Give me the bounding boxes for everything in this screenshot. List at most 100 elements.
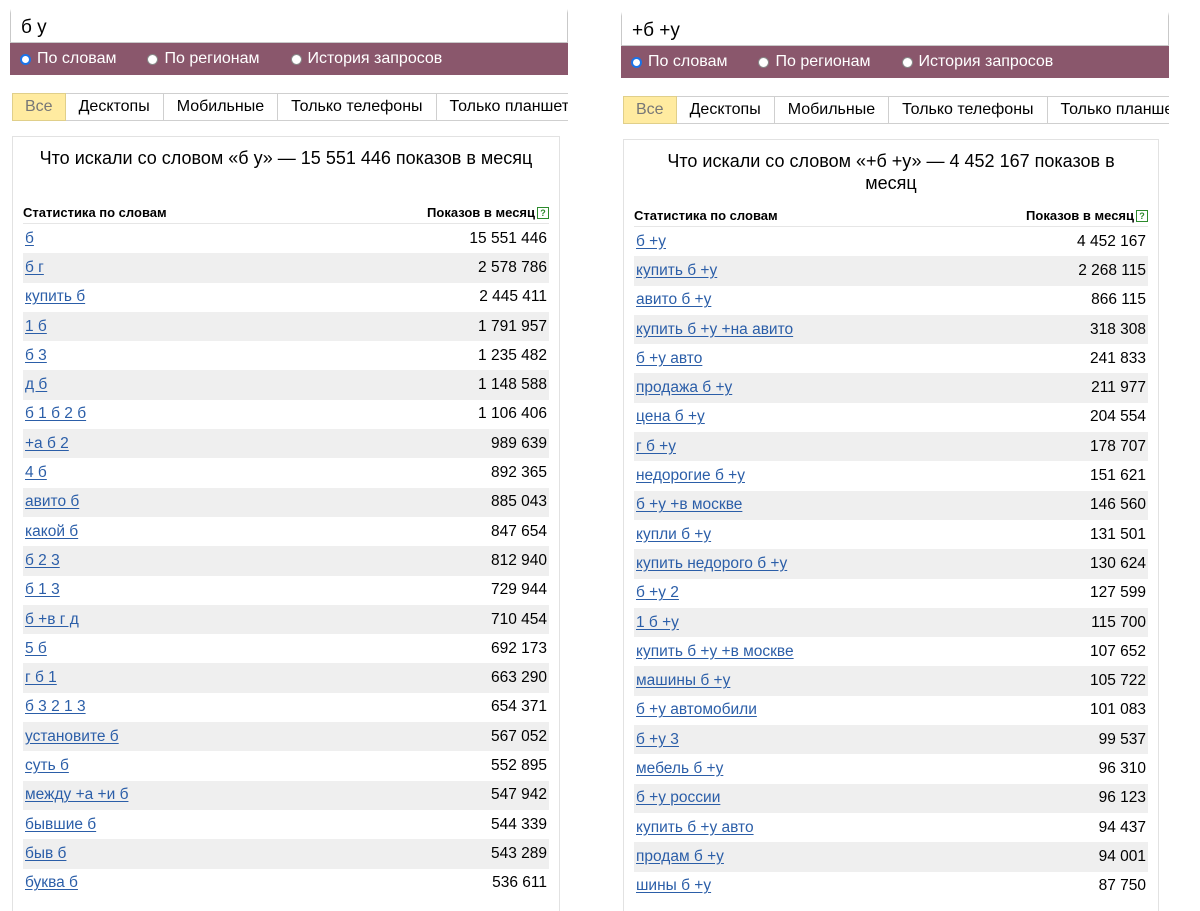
impressions-count: 178 707 — [1089, 437, 1146, 455]
search-input[interactable]: +б +у — [621, 12, 1169, 46]
keyword-link[interactable]: б г — [25, 259, 44, 277]
impressions-count: 87 750 — [1098, 877, 1146, 895]
impressions-count: 131 501 — [1089, 525, 1146, 543]
keyword-link[interactable]: буква б — [25, 874, 78, 892]
keyword-link[interactable]: купить б +у +в москве — [636, 643, 794, 661]
tab-all[interactable]: Все — [623, 96, 677, 124]
table-row: б 15 551 446 — [23, 224, 549, 253]
keyword-link[interactable]: купить б +у авто — [636, 819, 754, 837]
keyword-link[interactable]: машины б +у — [636, 672, 730, 690]
radio-by-words[interactable]: По словам — [631, 52, 727, 72]
keyword-link[interactable]: между +а +и б — [25, 786, 128, 804]
keyword-link[interactable]: б +у россии — [636, 789, 720, 807]
tab-tablets-only[interactable]: Только планшеты — [436, 93, 568, 121]
impressions-count: 130 624 — [1089, 554, 1146, 572]
keyword-link[interactable]: б +у +в москве — [636, 496, 742, 514]
keyword-link[interactable]: купли б +у — [636, 526, 711, 544]
keyword-link[interactable]: б +в г д — [25, 611, 79, 629]
table-row: суть б 552 895 — [23, 751, 549, 780]
keyword-link[interactable]: 1 б +у — [636, 614, 679, 632]
impressions-count: 536 611 — [492, 874, 547, 892]
stats-box: Что искали со словом «+б +у» — 4 452 167… — [623, 139, 1159, 911]
keyword-link[interactable]: мебель б +у — [636, 760, 723, 778]
keyword-table: б 15 551 446 б г 2 578 786 купить б 2 445 411… — [23, 224, 549, 898]
keyword-link[interactable]: купить б — [25, 288, 85, 306]
tab-tablets-only[interactable]: Только планшеты — [1047, 96, 1169, 124]
table-row: установите б 567 052 — [23, 722, 549, 752]
table-row: мебель б +у 96 310 — [634, 754, 1148, 783]
table-row: продам б +у 94 001 — [634, 842, 1148, 872]
keyword-link[interactable]: купить б +у — [636, 262, 717, 280]
radio-by-words[interactable]: По словам — [20, 49, 116, 69]
keyword-link[interactable]: суть б — [25, 757, 69, 775]
device-tabs: Все Десктопы Мобильные Только телефоны Т… — [12, 93, 568, 121]
keyword-link[interactable]: б 1 3 — [25, 581, 60, 599]
table-row: б +у 4 452 167 — [634, 227, 1148, 256]
table-row: купить б +у 2 268 115 — [634, 256, 1148, 286]
keyword-link[interactable]: установите б — [25, 728, 119, 746]
keyword-link[interactable]: авито б +у — [636, 291, 711, 309]
column-header-impressions: Показов в месяц? — [427, 205, 549, 220]
impressions-count: 211 977 — [1091, 379, 1146, 397]
device-tabs: Все Десктопы Мобильные Только телефоны Т… — [623, 96, 1169, 124]
impressions-count: 96 123 — [1098, 789, 1146, 807]
keyword-link[interactable]: б +у 2 — [636, 584, 679, 602]
radio-by-regions[interactable]: По регионам — [758, 52, 871, 72]
keyword-link[interactable]: авито б — [25, 493, 79, 511]
tab-all[interactable]: Все — [12, 93, 66, 121]
table-header: Статистика по словам Показов в месяц? — [634, 204, 1148, 227]
table-row: между +а +и б 547 942 — [23, 780, 549, 810]
keyword-link[interactable]: б +у 3 — [636, 731, 679, 749]
impressions-count: 241 833 — [1089, 349, 1146, 367]
search-input[interactable]: б у — [10, 9, 568, 43]
table-row: шины б +у 87 750 — [634, 872, 1148, 901]
table-row: авито б 885 043 — [23, 487, 549, 517]
keyword-link[interactable]: б — [25, 230, 34, 248]
keyword-link[interactable]: д б — [25, 376, 47, 394]
tab-phones-only[interactable]: Только телефоны — [889, 96, 1048, 124]
help-icon[interactable]: ? — [1136, 209, 1148, 222]
keyword-link[interactable]: г б 1 — [25, 669, 57, 687]
keyword-link[interactable]: цена б +у — [636, 408, 705, 426]
keyword-link[interactable]: продажа б +у — [636, 379, 732, 397]
tab-desktops[interactable]: Десктопы — [65, 93, 164, 121]
impressions-count: 94 437 — [1098, 818, 1146, 836]
impressions-count: 547 942 — [490, 786, 547, 804]
impressions-count: 1 106 406 — [478, 405, 547, 423]
keyword-link[interactable]: 1 б — [25, 318, 47, 336]
keyword-link[interactable]: 4 б — [25, 464, 47, 482]
radio-label: История запросов — [918, 53, 1054, 70]
radio-query-history[interactable]: История запросов — [290, 49, 442, 69]
keyword-link[interactable]: б 3 — [25, 347, 47, 365]
radio-unselected-icon — [901, 56, 913, 68]
keyword-link[interactable]: б 1 б 2 б — [25, 405, 86, 423]
keyword-link[interactable]: продам б +у — [636, 848, 724, 866]
help-icon[interactable]: ? — [537, 206, 549, 219]
tab-desktops[interactable]: Десктопы — [676, 96, 775, 124]
radio-by-regions[interactable]: По регионам — [147, 49, 260, 69]
stats-box: Что искали со словом «б у» — 15 551 446 … — [12, 136, 560, 911]
impressions-count: 2 268 115 — [1078, 261, 1146, 279]
keyword-link[interactable]: какой б — [25, 523, 78, 541]
table-row: купить б +у +в москве 107 652 — [634, 637, 1148, 666]
keyword-link[interactable]: б 3 2 1 3 — [25, 698, 86, 716]
table-row: продажа б +у 211 977 — [634, 373, 1148, 403]
keyword-link[interactable]: шины б +у — [636, 877, 711, 895]
keyword-link[interactable]: б +у — [636, 233, 666, 251]
keyword-link[interactable]: г б +у — [636, 438, 676, 456]
keyword-link[interactable]: купить недорого б +у — [636, 555, 787, 573]
tab-mobile[interactable]: Мобильные — [163, 93, 279, 121]
keyword-link[interactable]: +а б 2 — [25, 435, 69, 453]
keyword-link[interactable]: бывшие б — [25, 816, 96, 834]
tab-phones-only[interactable]: Только телефоны — [278, 93, 437, 121]
keyword-link[interactable]: б +у автомобили — [636, 701, 757, 719]
search-header: +б +у По словам По регионам История запр… — [621, 12, 1169, 78]
keyword-link[interactable]: б 2 3 — [25, 552, 60, 570]
tab-mobile[interactable]: Мобильные — [774, 96, 890, 124]
keyword-link[interactable]: 5 б — [25, 640, 47, 658]
radio-query-history[interactable]: История запросов — [901, 52, 1054, 72]
keyword-link[interactable]: купить б +у +на авито — [636, 321, 793, 339]
keyword-link[interactable]: б +у авто — [636, 350, 702, 368]
keyword-link[interactable]: недорогие б +у — [636, 467, 745, 485]
keyword-link[interactable]: быв б — [25, 845, 66, 863]
